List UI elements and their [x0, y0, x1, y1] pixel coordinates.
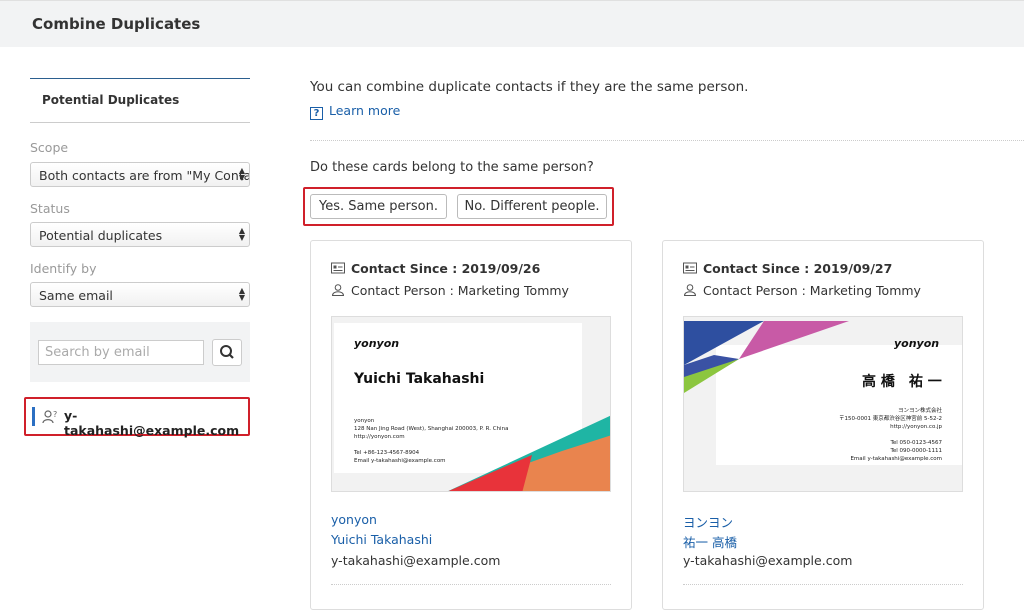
svg-text:?: ?	[53, 410, 57, 419]
business-card-image[interactable]: yonyon Yuichi Takahashi yonyon 128 Nan J…	[331, 316, 611, 492]
question-text: Do these cards belong to the same person…	[310, 160, 594, 175]
select-arrows-icon: ▲ ▼	[238, 226, 245, 242]
help-icon: ?	[310, 107, 323, 120]
learn-more-link[interactable]: ? Learn more	[310, 103, 400, 120]
card-email: y-takahashi@example.com	[683, 553, 853, 568]
contact-card-icon	[331, 262, 345, 274]
contact-since: Contact Since : 2019/09/26	[331, 261, 540, 276]
person-icon	[331, 284, 345, 296]
duplicate-user-icon: ?	[42, 410, 57, 424]
bc-logo: yonyon	[894, 337, 940, 350]
name-link[interactable]: 祐一 高橋	[683, 532, 737, 551]
identify-by-select[interactable]: Same email ▲ ▼	[30, 282, 250, 307]
select-arrows-icon: ▲ ▼	[238, 166, 245, 182]
bc-line-2: 128 Nan Jing Road (West), Shanghai 20000…	[354, 426, 509, 432]
company-link[interactable]: ヨンヨン	[683, 512, 733, 531]
card-email: y-takahashi@example.com	[331, 553, 501, 568]
bc-line-1: yonyon	[354, 418, 375, 424]
bc-details: yonyon 128 Nan Jing Road (West), Shangha…	[354, 417, 508, 465]
contact-since-text: Contact Since : 2019/09/26	[351, 261, 541, 276]
bc-tel: Tel 050-0123-4567	[890, 440, 942, 446]
learn-more-label: Learn more	[329, 103, 401, 118]
company-link[interactable]: yonyon	[331, 512, 377, 527]
contact-since-text: Contact Since : 2019/09/27	[703, 261, 893, 276]
search-button[interactable]	[212, 339, 242, 366]
card-divider	[331, 584, 611, 585]
contact-card-2: Contact Since : 2019/09/27 Contact Perso…	[662, 240, 984, 610]
bc-tel: Tel +86-123-4567-8904	[354, 450, 420, 456]
scope-select-value: Both contacts are from "My Conta	[39, 168, 250, 183]
contact-person: Contact Person : Marketing Tommy	[331, 283, 569, 298]
tab-potential-duplicates[interactable]: Potential Duplicates	[30, 78, 250, 123]
bc-line-3: http://yonyon.com	[354, 434, 405, 440]
person-icon	[683, 284, 697, 296]
contact-person-text: Contact Person : Marketing Tommy	[351, 283, 569, 298]
bc-line-1: ヨンヨン株式会社	[897, 408, 942, 414]
contact-card-icon	[683, 262, 697, 274]
divider	[310, 140, 1024, 141]
identify-by-select-value: Same email	[39, 288, 113, 303]
search-input[interactable]: Search by email	[38, 340, 204, 365]
duplicate-email: y-takahashi@example.com	[64, 408, 240, 438]
app-header: Combine Duplicates	[0, 0, 1024, 47]
scope-select[interactable]: Both contacts are from "My Conta ▲ ▼	[30, 162, 250, 187]
contact-since: Contact Since : 2019/09/27	[683, 261, 892, 276]
contact-card-1: Contact Since : 2019/09/26 Contact Perso…	[310, 240, 632, 610]
bc-fax: Tel 090-0000-1111	[890, 448, 942, 454]
identify-by-label: Identify by	[30, 261, 97, 276]
bc-logo: yonyon	[354, 337, 400, 350]
business-card-image[interactable]: yonyon 高 橋 祐 一 ヨンヨン株式会社 〒150-0001 東京都渋谷区…	[683, 316, 963, 492]
intro-text: You can combine duplicate contacts if th…	[310, 79, 749, 95]
bc-line-2: 〒150-0001 東京都渋谷区神宮前 5-52-2	[839, 416, 942, 422]
no-different-people-button[interactable]: No. Different people.	[457, 194, 607, 219]
name-link[interactable]: Yuichi Takahashi	[331, 532, 432, 547]
select-arrows-icon: ▲ ▼	[238, 286, 245, 302]
bc-line-3: http://yonyon.co.jp	[890, 424, 942, 430]
card-divider	[683, 584, 963, 585]
bc-email: Email y-takahashi@example.com	[850, 456, 942, 462]
status-label: Status	[30, 201, 70, 216]
contact-person: Contact Person : Marketing Tommy	[683, 283, 921, 298]
search-icon	[220, 345, 234, 359]
bc-email: Email y-takahashi@example.com	[354, 458, 446, 464]
selected-indicator	[32, 407, 35, 426]
scope-label: Scope	[30, 140, 69, 155]
decision-button-group: Yes. Same person. No. Different people.	[303, 187, 614, 226]
bc-details: ヨンヨン株式会社 〒150-0001 東京都渋谷区神宮前 5-52-2 http…	[839, 407, 942, 463]
duplicate-list-item[interactable]: ? y-takahashi@example.com	[24, 397, 250, 438]
bc-name: 高 橋 祐 一	[862, 374, 942, 390]
sidebar: Potential Duplicates Scope Both contacts…	[24, 78, 250, 438]
status-select[interactable]: Potential duplicates ▲ ▼	[30, 222, 250, 247]
bc-name: Yuichi Takahashi	[354, 371, 485, 387]
search-panel: Search by email	[30, 322, 250, 382]
contact-person-text: Contact Person : Marketing Tommy	[703, 283, 921, 298]
page-title: Combine Duplicates	[32, 15, 201, 33]
status-select-value: Potential duplicates	[39, 228, 163, 243]
yes-same-person-button[interactable]: Yes. Same person.	[310, 194, 447, 219]
